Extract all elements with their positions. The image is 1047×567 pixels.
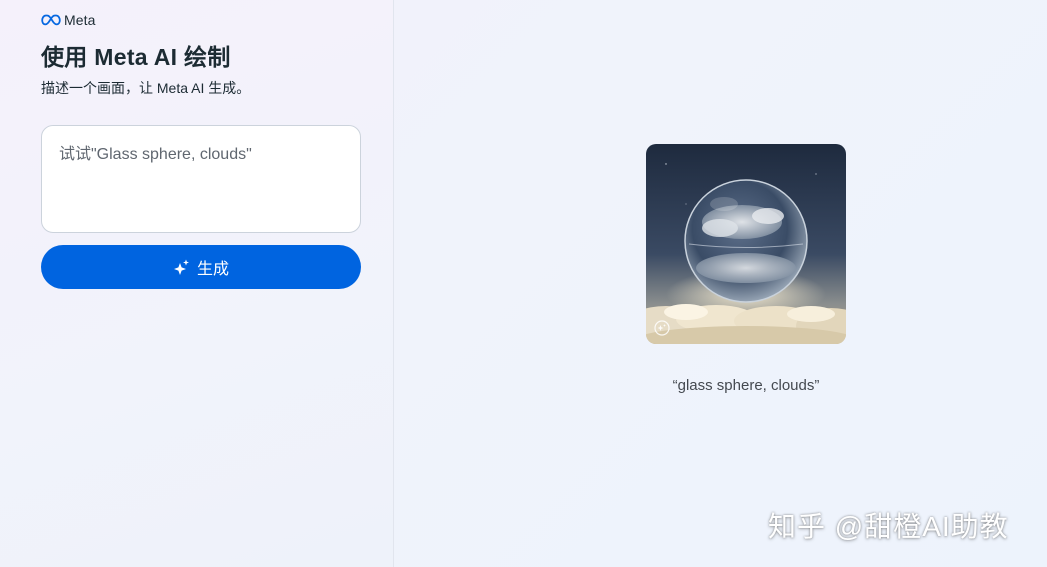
- brand[interactable]: Meta: [41, 12, 96, 28]
- watermark: 知乎 @甜橙AI助教: [768, 511, 1009, 542]
- brand-name: Meta: [64, 12, 96, 28]
- generate-button-label: 生成: [196, 261, 229, 278]
- generated-image[interactable]: [646, 144, 846, 344]
- ai-sparkle-badge-icon: [654, 320, 670, 336]
- sparkle-icon: [173, 259, 189, 275]
- page-title: 使用 Meta AI 绘制: [41, 44, 231, 70]
- meta-infinity-icon: [41, 14, 61, 26]
- generate-button[interactable]: 生成: [41, 245, 361, 289]
- generated-image-caption: “glass sphere, clouds”: [672, 377, 820, 394]
- glass-sphere-clouds-image: [646, 144, 846, 344]
- page-subtitle: 描述一个画面，让 Meta AI 生成。: [41, 80, 251, 96]
- composer-panel: Meta 使用 Meta AI 绘制 描述一个画面，让 Meta AI 生成。 …: [0, 0, 394, 567]
- prompt-input[interactable]: [41, 125, 361, 233]
- result-panel: “glass sphere, clouds”: [395, 0, 1047, 567]
